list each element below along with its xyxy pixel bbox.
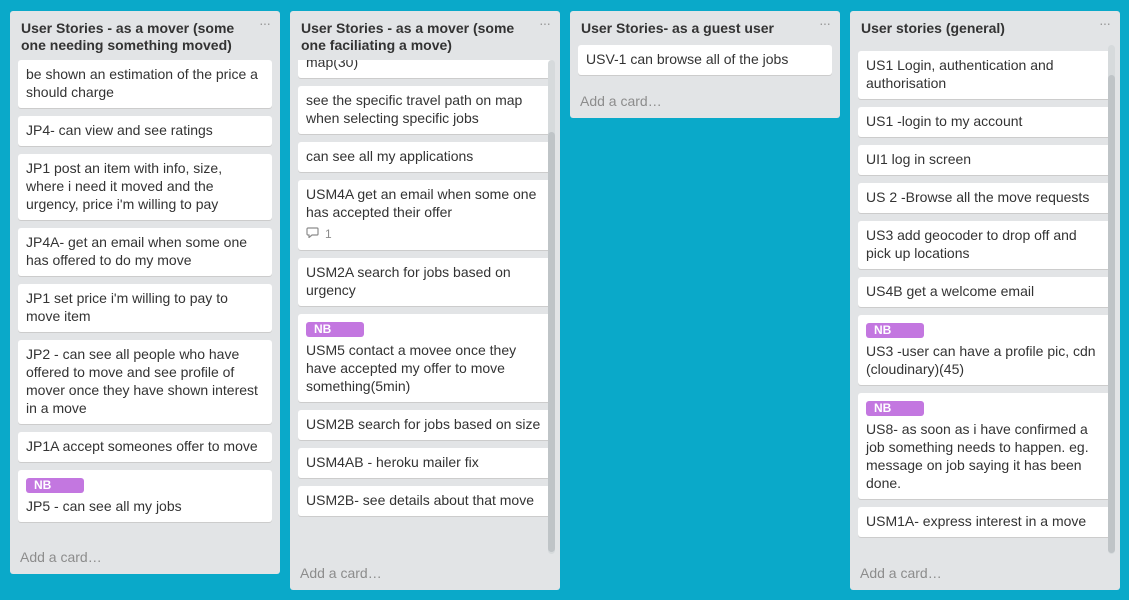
card-list: US1 Login, authentication and authorisat…: [850, 51, 1120, 554]
card-title: USM4AB - heroku mailer fix: [306, 454, 479, 470]
list-title[interactable]: User stories (general): [850, 11, 1120, 37]
card-title: USM2B search for jobs based on size: [306, 416, 541, 432]
card[interactable]: NB US3 -user can have a profile pic, cdn…: [858, 315, 1112, 385]
card-title: JP4- can view and see ratings: [26, 122, 213, 138]
card-title: US4B get a welcome email: [866, 283, 1035, 299]
card[interactable]: US4B get a welcome email: [858, 277, 1112, 307]
ellipsis-icon[interactable]: ···: [259, 15, 271, 31]
card[interactable]: USM2B search for jobs based on size: [298, 410, 552, 440]
scroll-thumb[interactable]: [1108, 75, 1115, 553]
list-guest-user: User Stories- as a guest user ··· USV-1 …: [570, 11, 840, 118]
list-general: User stories (general) ··· US1 Login, au…: [850, 11, 1120, 590]
card[interactable]: USV-1 can browse all of the jobs: [578, 45, 832, 75]
card-title: USM2B- see details about that move: [306, 492, 535, 508]
comment-count: 1: [325, 227, 332, 241]
card[interactable]: UI1 log in screen: [858, 145, 1112, 175]
card-title: US8- as soon as i have confirmed a job s…: [866, 421, 1089, 491]
card[interactable]: US3 add geocoder to drop off and pick up…: [858, 221, 1112, 269]
card-badges: 1: [306, 225, 544, 243]
card[interactable]: NB USM5 contact a movee once they have a…: [298, 314, 552, 402]
add-card-button[interactable]: Add a card…: [580, 93, 662, 109]
card-title: see the specific travel path on map when…: [306, 92, 523, 126]
label-nb: NB: [306, 322, 364, 337]
card-title: be shown an estimation of the price a sh…: [26, 66, 258, 100]
card-title: JP1 post an item with info, size, where …: [26, 160, 223, 212]
card[interactable]: USM2A search for jobs based on urgency: [298, 258, 552, 306]
card-title: JP4A- get an email when some one has off…: [26, 234, 248, 268]
card[interactable]: NB US8- as soon as i have confirmed a jo…: [858, 393, 1112, 499]
label-nb: NB: [866, 323, 924, 338]
label-nb: NB: [26, 478, 84, 493]
card-title: US1 Login, authentication and authorisat…: [866, 57, 1054, 91]
list-title[interactable]: User Stories - as a mover (some one faci…: [290, 11, 560, 54]
card[interactable]: JP1A accept someones offer to move: [18, 432, 272, 462]
card[interactable]: JP4A- get an email when some one has off…: [18, 228, 272, 276]
card[interactable]: US1 -login to my account: [858, 107, 1112, 137]
list-scrollbar[interactable]: [1108, 45, 1115, 554]
list-mover-needing-move: User Stories - as a mover (some one need…: [10, 11, 280, 574]
card-title: JP1 set price i'm willing to pay to move…: [26, 290, 228, 324]
card-title: JP1A accept someones offer to move: [26, 438, 258, 454]
card-title: USM4A get an email when some one has acc…: [306, 186, 537, 220]
card[interactable]: can see all my applications: [298, 142, 552, 172]
list-mover-facilitating: User Stories - as a mover (some one faci…: [290, 11, 560, 590]
card[interactable]: see the specific travel path on map when…: [298, 86, 552, 134]
ellipsis-icon[interactable]: ···: [1099, 15, 1111, 31]
comment-icon: [306, 225, 319, 243]
card-title: USV-1 can browse all of the jobs: [586, 51, 789, 67]
card-title: USM5 contact a movee once they have acce…: [306, 342, 517, 394]
card-list: be shown an estimation of the price a sh…: [10, 60, 280, 540]
ellipsis-icon[interactable]: ···: [819, 15, 831, 31]
card[interactable]: NB JP5 - can see all my jobs: [18, 470, 272, 522]
card[interactable]: JP2 - can see all people who have offere…: [18, 340, 272, 424]
add-card-button[interactable]: Add a card…: [300, 565, 382, 581]
list-title[interactable]: User Stories - as a mover (some one need…: [10, 11, 280, 54]
card[interactable]: USM1A- express interest in a move: [858, 507, 1112, 537]
card-title: US3 add geocoder to drop off and pick up…: [866, 227, 1077, 261]
card-title: US1 -login to my account: [866, 113, 1023, 129]
list-title[interactable]: User Stories- as a guest user: [570, 11, 840, 37]
card-list: USV-1 can browse all of the jobs: [570, 45, 840, 85]
card-title: US 2 -Browse all the move requests: [866, 189, 1090, 205]
label-nb: NB: [866, 401, 924, 416]
card[interactable]: JP1 set price i'm willing to pay to move…: [18, 284, 272, 332]
card[interactable]: JP4- can view and see ratings: [18, 116, 272, 146]
scroll-thumb[interactable]: [548, 132, 555, 552]
card-title: UI1 log in screen: [866, 151, 972, 167]
card-title: USM2A search for jobs based on urgency: [306, 264, 511, 298]
card-title: US3 -user can have a profile pic, cdn (c…: [866, 343, 1096, 377]
add-card-button[interactable]: Add a card…: [860, 565, 942, 581]
card[interactable]: JP1 post an item with info, size, where …: [18, 154, 272, 220]
card-title: map(30): [306, 60, 359, 70]
card[interactable]: US1 Login, authentication and authorisat…: [858, 51, 1112, 99]
card[interactable]: USM2B- see details about that move: [298, 486, 552, 516]
list-scrollbar[interactable]: [548, 60, 555, 554]
card[interactable]: US 2 -Browse all the move requests: [858, 183, 1112, 213]
card[interactable]: map(30): [298, 60, 552, 78]
ellipsis-icon[interactable]: ···: [539, 15, 551, 31]
card-list: map(30) see the specific travel path on …: [290, 60, 560, 554]
add-card-button[interactable]: Add a card…: [20, 549, 102, 565]
card-title: JP5 - can see all my jobs: [26, 498, 182, 514]
card[interactable]: USM4A get an email when some one has acc…: [298, 180, 552, 250]
card[interactable]: be shown an estimation of the price a sh…: [18, 60, 272, 108]
card-title: JP2 - can see all people who have offere…: [26, 346, 258, 416]
card[interactable]: USM4AB - heroku mailer fix: [298, 448, 552, 478]
card-title: can see all my applications: [306, 148, 474, 164]
card-title: USM1A- express interest in a move: [866, 513, 1087, 529]
